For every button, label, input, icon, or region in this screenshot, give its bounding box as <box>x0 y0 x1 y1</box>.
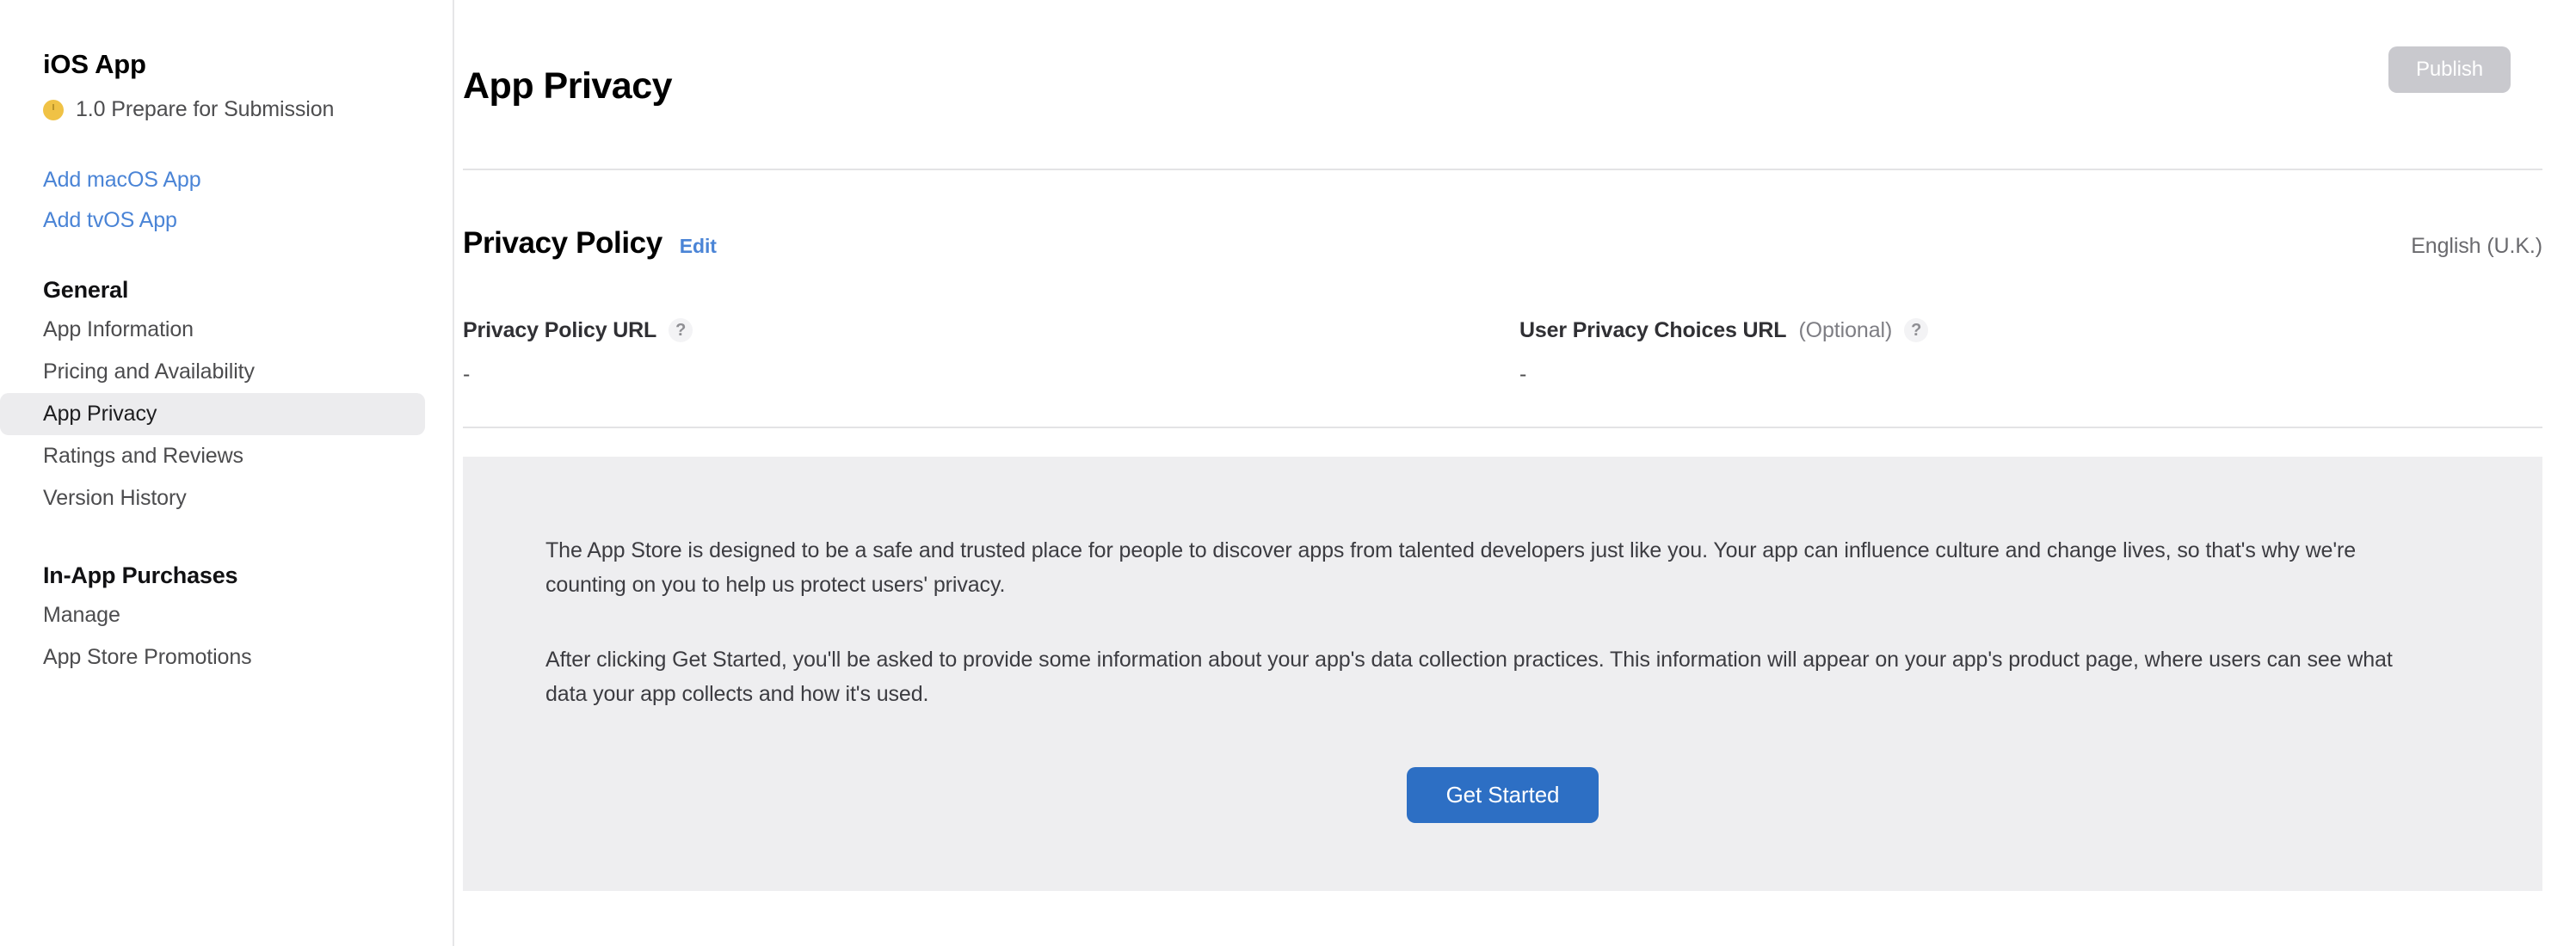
sidebar-link-add-tvos-app[interactable]: Add tvOS App <box>0 200 454 241</box>
sidebar-version-row[interactable]: 1.0 Prepare for Submission <box>0 97 454 122</box>
field-label: User Privacy Choices URL <box>1519 317 1787 342</box>
privacy-policy-title: Privacy Policy <box>463 225 662 260</box>
info-paragraph-1: The App Store is designed to be a safe a… <box>545 538 2357 598</box>
privacy-policy-fields: Privacy Policy URL ? - User Privacy Choi… <box>454 286 2576 387</box>
sidebar-section-in-app-purchases: In-App Purchases Manage App Store Promot… <box>0 562 454 679</box>
get-started-button[interactable]: Get Started <box>1406 766 1599 823</box>
page-title: App Privacy <box>463 64 673 107</box>
field-value: - <box>1519 361 1527 386</box>
info-paragraph-2: After clicking Get Started, you'll be as… <box>545 647 2393 707</box>
publish-button[interactable]: Publish <box>2388 46 2511 93</box>
get-started-info-panel: The App Store is designed to be a safe a… <box>463 456 2542 891</box>
sidebar-app-title: iOS App <box>43 49 146 79</box>
field-value: - <box>463 361 471 386</box>
sidebar-item-pricing-and-availability[interactable]: Pricing and Availability <box>0 351 425 393</box>
app-store-connect-page: iOS App 1.0 Prepare for Submission Add m… <box>0 0 2576 946</box>
sidebar-section-title-in-app-purchases: In-App Purchases <box>43 562 238 589</box>
sidebar-item-app-privacy[interactable]: App Privacy <box>0 393 425 436</box>
sidebar: iOS App 1.0 Prepare for Submission Add m… <box>0 0 454 946</box>
sidebar-item-ratings-and-reviews[interactable]: Ratings and Reviews <box>0 435 425 477</box>
sidebar-link-add-macos-app[interactable]: Add macOS App <box>0 160 454 200</box>
sidebar-item-app-information[interactable]: App Information <box>0 309 425 351</box>
privacy-policy-section-header: Privacy Policy Edit English (U.K.) <box>454 170 2576 286</box>
field-user-privacy-choices-url: User Privacy Choices URL (Optional) ? - <box>1519 317 1929 387</box>
sidebar-item-manage[interactable]: Manage <box>0 594 425 636</box>
privacy-policy-edit-link[interactable]: Edit <box>680 235 717 258</box>
main-content: App Privacy Publish Privacy Policy Edit … <box>454 0 2576 946</box>
get-started-button-wrap: Get Started <box>545 766 2460 823</box>
question-mark-icon[interactable]: ? <box>1904 318 1929 343</box>
field-label-row: Privacy Policy URL ? <box>463 318 1519 343</box>
sidebar-platform-links: Add macOS App Add tvOS App <box>0 160 454 241</box>
sidebar-item-version-history[interactable]: Version History <box>0 477 425 519</box>
sidebar-section-general: General App Information Pricing and Avai… <box>0 277 454 519</box>
field-label: Privacy Policy URL <box>463 317 657 342</box>
question-mark-icon[interactable]: ? <box>669 318 693 343</box>
status-dot-icon <box>43 99 64 120</box>
section-divider <box>463 426 2542 428</box>
field-optional-tag: (Optional) <box>1798 317 1893 342</box>
sidebar-version-status: 1.0 Prepare for Submission <box>76 97 335 122</box>
page-header: App Privacy Publish <box>454 0 2576 132</box>
field-privacy-policy-url: Privacy Policy URL ? - <box>463 318 1519 387</box>
field-label-row: User Privacy Choices URL (Optional) ? <box>1519 317 1929 343</box>
privacy-policy-title-group: Privacy Policy Edit <box>463 201 717 286</box>
sidebar-section-title-general: General <box>43 277 129 304</box>
sidebar-item-app-store-promotions[interactable]: App Store Promotions <box>0 636 425 679</box>
language-label: English (U.K.) <box>2411 233 2542 258</box>
